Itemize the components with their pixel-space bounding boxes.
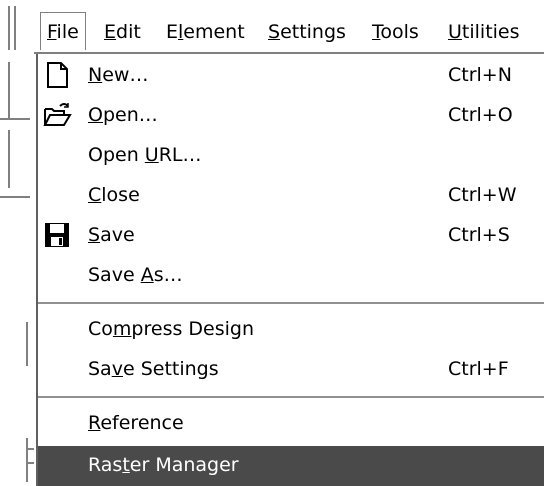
menu-item-label: RL… <box>158 144 202 166</box>
shortcut-label: Ctrl+O <box>448 104 513 126</box>
menu-item-open[interactable]: Open… Ctrl+O <box>38 96 544 136</box>
menu-item-accel: t <box>122 454 130 476</box>
menu-item-save[interactable]: Save Ctrl+S <box>38 216 544 256</box>
menu-label-accel: S <box>268 21 281 43</box>
menu-item-label: ave <box>100 224 135 246</box>
menu-item-accel: v <box>111 358 123 380</box>
toolbar-edge <box>26 322 28 366</box>
shortcut-label: Ctrl+N <box>448 64 512 86</box>
menu-item-accel: C <box>88 184 102 206</box>
menu-item-label: lose <box>101 184 140 206</box>
toolbar-grip <box>14 6 16 50</box>
menu-label: ile <box>56 21 79 43</box>
menu-item-label: press Design <box>131 318 255 340</box>
menu-bar: File Edit Element Settings Tools Utiliti… <box>34 0 544 54</box>
menu-label-accel: F <box>47 21 57 43</box>
shortcut-label: Ctrl+W <box>448 184 517 206</box>
menu-separator <box>38 302 544 304</box>
menu-label-accel: E <box>104 21 117 43</box>
file-menu-dropdown: New… Ctrl+N Open… Ctrl+O Open URL… Close… <box>36 54 544 486</box>
menu-separator <box>38 396 544 398</box>
menu-edit[interactable]: Edit <box>104 19 141 45</box>
menu-item-accel: A <box>140 264 154 286</box>
toolbar-edge <box>26 438 28 482</box>
menu-item-accel: m <box>112 318 132 340</box>
menu-utilities[interactable]: Utilities <box>448 19 520 45</box>
menu-item-accel: N <box>88 64 103 86</box>
menu-item-reference[interactable]: Reference <box>38 404 544 444</box>
app-left-strip <box>0 0 36 486</box>
new-document-icon <box>42 60 72 90</box>
menu-item-save-as[interactable]: Save As… <box>38 256 544 296</box>
menu-item-label: s… <box>153 264 183 286</box>
toolbar-edge <box>8 130 10 188</box>
menu-label: E <box>166 21 179 43</box>
menu-item-close[interactable]: Close Ctrl+W <box>38 176 544 216</box>
floppy-disk-icon <box>42 220 72 250</box>
menu-item-accel: O <box>88 104 103 126</box>
menu-item-label: Co <box>88 318 113 340</box>
menu-item-open-url[interactable]: Open URL… <box>38 136 544 176</box>
menu-item-accel: R <box>88 412 101 434</box>
menu-item-new[interactable]: New… Ctrl+N <box>38 56 544 96</box>
menu-item-label: Sa <box>88 358 112 380</box>
menu-item-label: Save <box>88 264 141 286</box>
menu-item-label: Open <box>88 144 145 166</box>
shortcut-label: Ctrl+F <box>448 358 509 380</box>
menu-item-accel: U <box>144 144 159 166</box>
menu-item-label: ew… <box>102 64 149 86</box>
toolbar-edge <box>0 196 30 198</box>
menu-item-label: Ras <box>88 454 123 476</box>
menu-file[interactable]: File <box>40 12 86 50</box>
toolbar-edge <box>26 462 34 464</box>
menu-item-label: eference <box>100 412 184 434</box>
toolbar-edge <box>0 118 30 120</box>
menu-item-label: e Settings <box>122 358 219 380</box>
shortcut-label: Ctrl+S <box>448 224 510 246</box>
menu-tools[interactable]: Tools <box>372 19 419 45</box>
menu-item-label: er Manager <box>129 454 239 476</box>
menu-item-save-settings[interactable]: Save Settings Ctrl+F <box>38 350 544 390</box>
toolbar-grip <box>8 6 10 50</box>
menu-label: ettings <box>280 21 346 43</box>
menu-label: ement <box>183 21 245 43</box>
menu-label: tilities <box>461 21 520 43</box>
toolbar-edge <box>8 62 10 118</box>
menu-item-accel: S <box>88 224 101 246</box>
toolbar-edge <box>26 448 34 450</box>
open-folder-icon <box>42 100 72 130</box>
menu-item-label: pen… <box>102 104 158 126</box>
menu-item-raster-manager[interactable]: Raster Manager <box>38 446 544 486</box>
menu-label-accel: U <box>448 21 462 43</box>
menu-item-compress-design[interactable]: Compress Design <box>38 310 544 350</box>
menu-label: ools <box>380 21 419 43</box>
menu-element[interactable]: Element <box>166 19 245 45</box>
menu-label: dit <box>116 21 141 43</box>
menu-settings[interactable]: Settings <box>268 19 346 45</box>
